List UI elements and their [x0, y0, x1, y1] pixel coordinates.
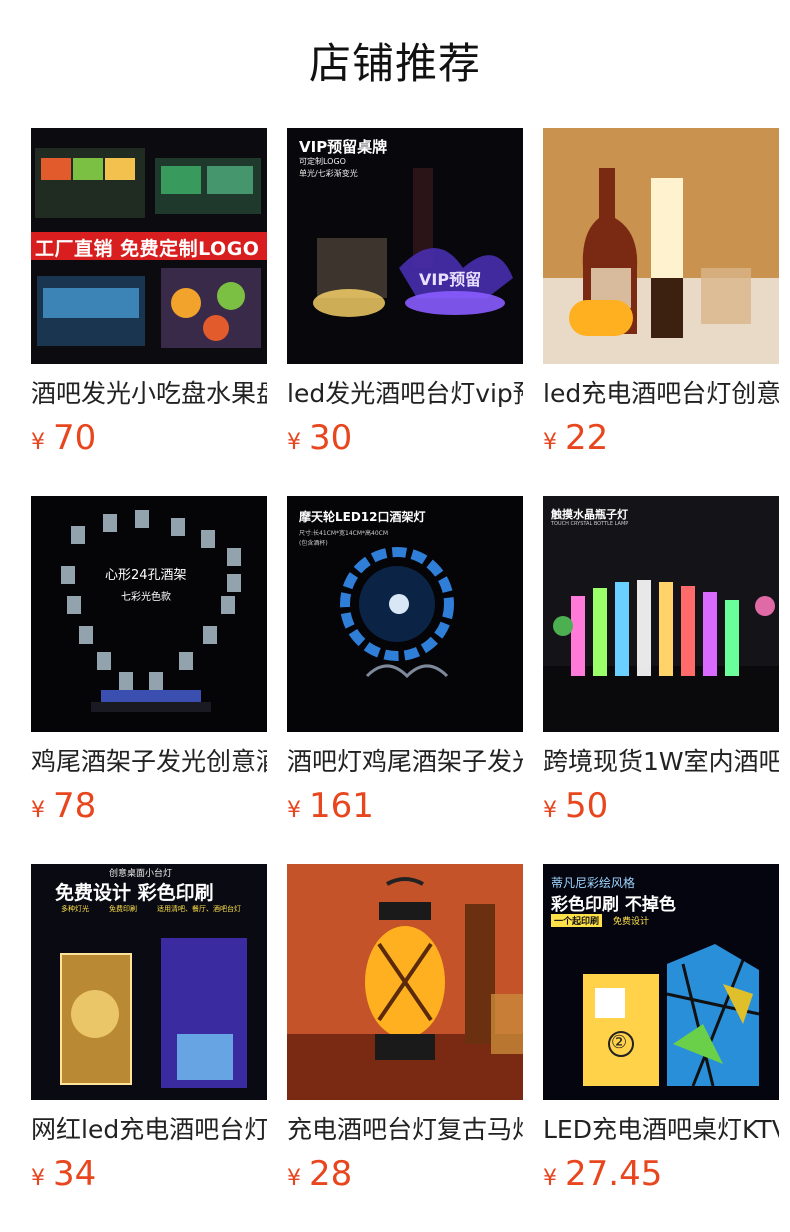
currency-symbol: ¥: [543, 798, 557, 823]
image-caption: VIP预留桌牌: [299, 138, 388, 156]
product-name[interactable]: 酒吧发光小吃盘水果盘: [31, 378, 267, 410]
product-card[interactable]: 心形24孔酒架 七彩光色款 鸡尾酒架子发光创意酒 ¥78: [31, 496, 267, 864]
currency-symbol: ¥: [287, 1166, 301, 1191]
currency-symbol: ¥: [287, 430, 301, 455]
product-name[interactable]: 跨境现货1W室内酒吧: [543, 746, 779, 778]
image-caption: ②: [611, 1032, 628, 1053]
product-image[interactable]: 心形24孔酒架 七彩光色款: [31, 496, 267, 732]
image-caption: 摩天轮LED12口酒架灯: [299, 510, 426, 524]
product-price: ¥27.45: [543, 1154, 779, 1194]
image-caption: 触摸水晶瓶子灯: [551, 508, 628, 521]
currency-symbol: ¥: [31, 1166, 45, 1191]
product-card[interactable]: 工厂直销 免费定制LOGO 酒吧发光小吃盘水果盘 ¥70: [31, 128, 267, 496]
product-price: ¥50: [543, 786, 779, 826]
image-caption: 彩色印刷 不掉色: [551, 895, 676, 915]
image-caption: 七彩光色款: [121, 592, 171, 603]
product-card[interactable]: led充电酒吧台灯创意 ¥22: [543, 128, 779, 496]
product-price: ¥70: [31, 418, 267, 458]
product-image[interactable]: [543, 128, 779, 364]
image-caption: 工厂直销 免费定制LOGO: [35, 238, 260, 260]
image-caption: 单光/七彩渐变光: [299, 169, 358, 178]
price-amount: 28: [309, 1154, 353, 1194]
currency-symbol: ¥: [543, 1166, 557, 1191]
image-caption: 一个起印刷: [551, 914, 603, 927]
product-image[interactable]: 触摸水晶瓶子灯 TOUCH CRYSTAL BOTTLE LAMP: [543, 496, 779, 732]
image-caption: 免费印刷: [109, 905, 137, 913]
product-card[interactable]: 创意桌面小台灯 免费设计 彩色印刷 多种灯光 免费印刷 适用清吧、餐厅、酒吧台灯…: [31, 864, 267, 1232]
image-caption: 心形24孔酒架: [105, 568, 187, 583]
product-name[interactable]: led发光酒吧台灯vip预留: [287, 378, 523, 410]
product-price: ¥22: [543, 418, 779, 458]
currency-symbol: ¥: [287, 798, 301, 823]
image-caption: 免费设计 彩色印刷: [55, 882, 214, 904]
product-price: ¥78: [31, 786, 267, 826]
product-grid: 工厂直销 免费定制LOGO 酒吧发光小吃盘水果盘 ¥70 VIP预留桌牌 可定制…: [31, 128, 790, 1232]
page-title: 店铺推荐: [308, 39, 481, 88]
image-caption: 可定制LOGO: [299, 157, 346, 166]
image-caption: (包含酒杯): [299, 540, 328, 547]
product-price: ¥30: [287, 418, 523, 458]
product-image[interactable]: [287, 864, 523, 1100]
image-caption: TOUCH CRYSTAL BOTTLE LAMP: [551, 521, 629, 527]
product-name[interactable]: 充电酒吧台灯复古马灯: [287, 1114, 523, 1146]
product-image[interactable]: 摩天轮LED12口酒架灯 尺寸:长41CM*宽14CM*高40CM (包含酒杯): [287, 496, 523, 732]
product-name[interactable]: 网红led充电酒吧台灯: [31, 1114, 267, 1146]
product-name[interactable]: LED充电酒吧桌灯KTV: [543, 1114, 779, 1146]
price-amount: 161: [309, 786, 374, 826]
image-caption: 适用清吧、餐厅、酒吧台灯: [157, 905, 241, 913]
product-image[interactable]: 创意桌面小台灯 免费设计 彩色印刷 多种灯光 免费印刷 适用清吧、餐厅、酒吧台灯: [31, 864, 267, 1100]
product-price: ¥161: [287, 786, 523, 826]
currency-symbol: ¥: [31, 798, 45, 823]
image-caption: 免费设计: [613, 917, 650, 927]
product-image[interactable]: VIP预留桌牌 可定制LOGO 单光/七彩渐变光 VIP预留: [287, 128, 523, 364]
image-caption: VIP预留: [419, 270, 482, 289]
image-caption: 蒂凡尼彩绘风格: [551, 876, 636, 890]
product-card[interactable]: 触摸水晶瓶子灯 TOUCH CRYSTAL BOTTLE LAMP 跨境现货1W…: [543, 496, 779, 864]
product-card[interactable]: 蒂凡尼彩绘风格 彩色印刷 不掉色 一个起印刷 免费设计 ② LED充电酒吧桌灯K…: [543, 864, 779, 1232]
product-card[interactable]: VIP预留桌牌 可定制LOGO 单光/七彩渐变光 VIP预留 led发光酒吧台灯…: [287, 128, 523, 496]
image-caption: 多种灯光: [61, 905, 89, 913]
product-image[interactable]: 工厂直销 免费定制LOGO: [31, 128, 267, 364]
product-card[interactable]: 充电酒吧台灯复古马灯 ¥28: [287, 864, 523, 1232]
price-amount: 34: [53, 1154, 97, 1194]
image-caption: 尺寸:长41CM*宽14CM*高40CM: [299, 530, 389, 537]
currency-symbol: ¥: [543, 430, 557, 455]
product-card[interactable]: 摩天轮LED12口酒架灯 尺寸:长41CM*宽14CM*高40CM (包含酒杯)…: [287, 496, 523, 864]
price-amount: 78: [53, 786, 97, 826]
price-amount: 22: [565, 418, 609, 458]
product-price: ¥34: [31, 1154, 267, 1194]
product-price: ¥28: [287, 1154, 523, 1194]
product-name[interactable]: 酒吧灯鸡尾酒架子发光: [287, 746, 523, 778]
price-amount: 70: [53, 418, 97, 458]
product-image[interactable]: 蒂凡尼彩绘风格 彩色印刷 不掉色 一个起印刷 免费设计 ②: [543, 864, 779, 1100]
product-name[interactable]: 鸡尾酒架子发光创意酒: [31, 746, 267, 778]
price-amount: 27.45: [565, 1154, 663, 1194]
product-name[interactable]: led充电酒吧台灯创意: [543, 378, 779, 410]
price-amount: 30: [309, 418, 353, 458]
price-amount: 50: [565, 786, 609, 826]
currency-symbol: ¥: [31, 430, 45, 455]
